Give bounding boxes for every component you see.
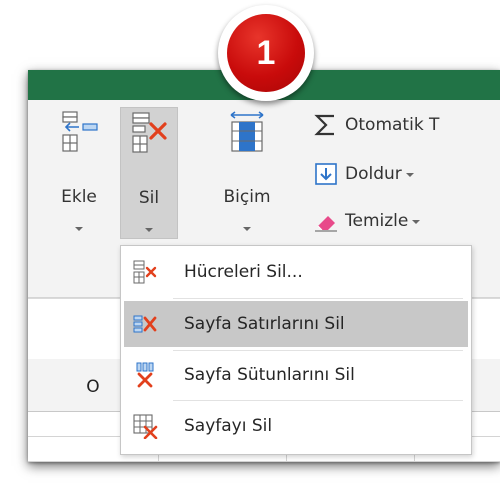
excel-window-crop: Ekle Sil Biçim Otomatik T Doldur Temizle…: [28, 70, 500, 462]
menu-item-delete-sheet[interactable]: Sayfayı Sil: [124, 403, 468, 449]
delete-cells-icon: [133, 260, 157, 284]
fill-button[interactable]: Doldur: [313, 161, 414, 187]
autosum-button[interactable]: Otomatik T: [313, 112, 439, 138]
menu-separator: [173, 298, 463, 299]
chevron-down-icon[interactable]: [405, 173, 414, 177]
autosum-label: Otomatik T: [345, 115, 440, 135]
delete-cells-icon: [132, 112, 167, 153]
menu-item-delete-sheet-rows[interactable]: Sayfa Satırlarını Sil: [124, 301, 468, 347]
format-label: Biçim: [223, 187, 271, 207]
insert-button[interactable]: Ekle: [50, 107, 108, 239]
insert-label: Ekle: [61, 187, 97, 207]
menu-item-label: Sayfa Sütunlarını Sil: [184, 365, 355, 385]
badge-circle: 1: [227, 14, 305, 92]
fill-down-icon: [315, 163, 337, 185]
sigma-icon: [314, 114, 334, 136]
screenshot-stage: Ekle Sil Biçim Otomatik T Doldur Temizle…: [0, 0, 500, 490]
menu-item-label: Sayfa Satırlarını Sil: [184, 314, 345, 334]
delete-dropdown-menu: Hücreleri Sil... Sayfa Satırlarını Sil S…: [120, 245, 472, 455]
row-line: [28, 461, 500, 462]
insert-cells-icon: [62, 111, 98, 152]
menu-separator: [173, 350, 463, 351]
delete-rows-icon: [133, 315, 157, 333]
chevron-down-icon[interactable]: [145, 228, 153, 232]
clear-label: Temizle: [345, 211, 409, 231]
menu-separator: [173, 400, 463, 401]
step-number-badge: 1: [218, 5, 314, 101]
chevron-down-icon[interactable]: [243, 227, 251, 231]
delete-button[interactable]: Sil: [120, 107, 178, 239]
format-cells-icon: [230, 111, 264, 152]
column-header-o[interactable]: O: [83, 377, 103, 397]
menu-item-delete-sheet-columns[interactable]: Sayfa Sütunlarını Sil: [124, 352, 468, 398]
fill-label: Doldur: [345, 164, 402, 184]
clear-button[interactable]: Temizle: [313, 208, 421, 234]
delete-sheet-icon: [133, 414, 158, 439]
menu-item-label: Hücreleri Sil...: [184, 262, 303, 282]
format-button[interactable]: Biçim: [218, 107, 276, 239]
eraser-icon: [315, 216, 337, 232]
delete-columns-icon: [136, 362, 154, 388]
delete-label: Sil: [138, 188, 160, 208]
menu-item-label: Sayfayı Sil: [184, 416, 273, 436]
step-number: 1: [256, 34, 276, 72]
menu-item-delete-cells[interactable]: Hücreleri Sil...: [124, 249, 468, 295]
chevron-down-icon[interactable]: [75, 227, 83, 231]
chevron-down-icon[interactable]: [412, 220, 421, 224]
